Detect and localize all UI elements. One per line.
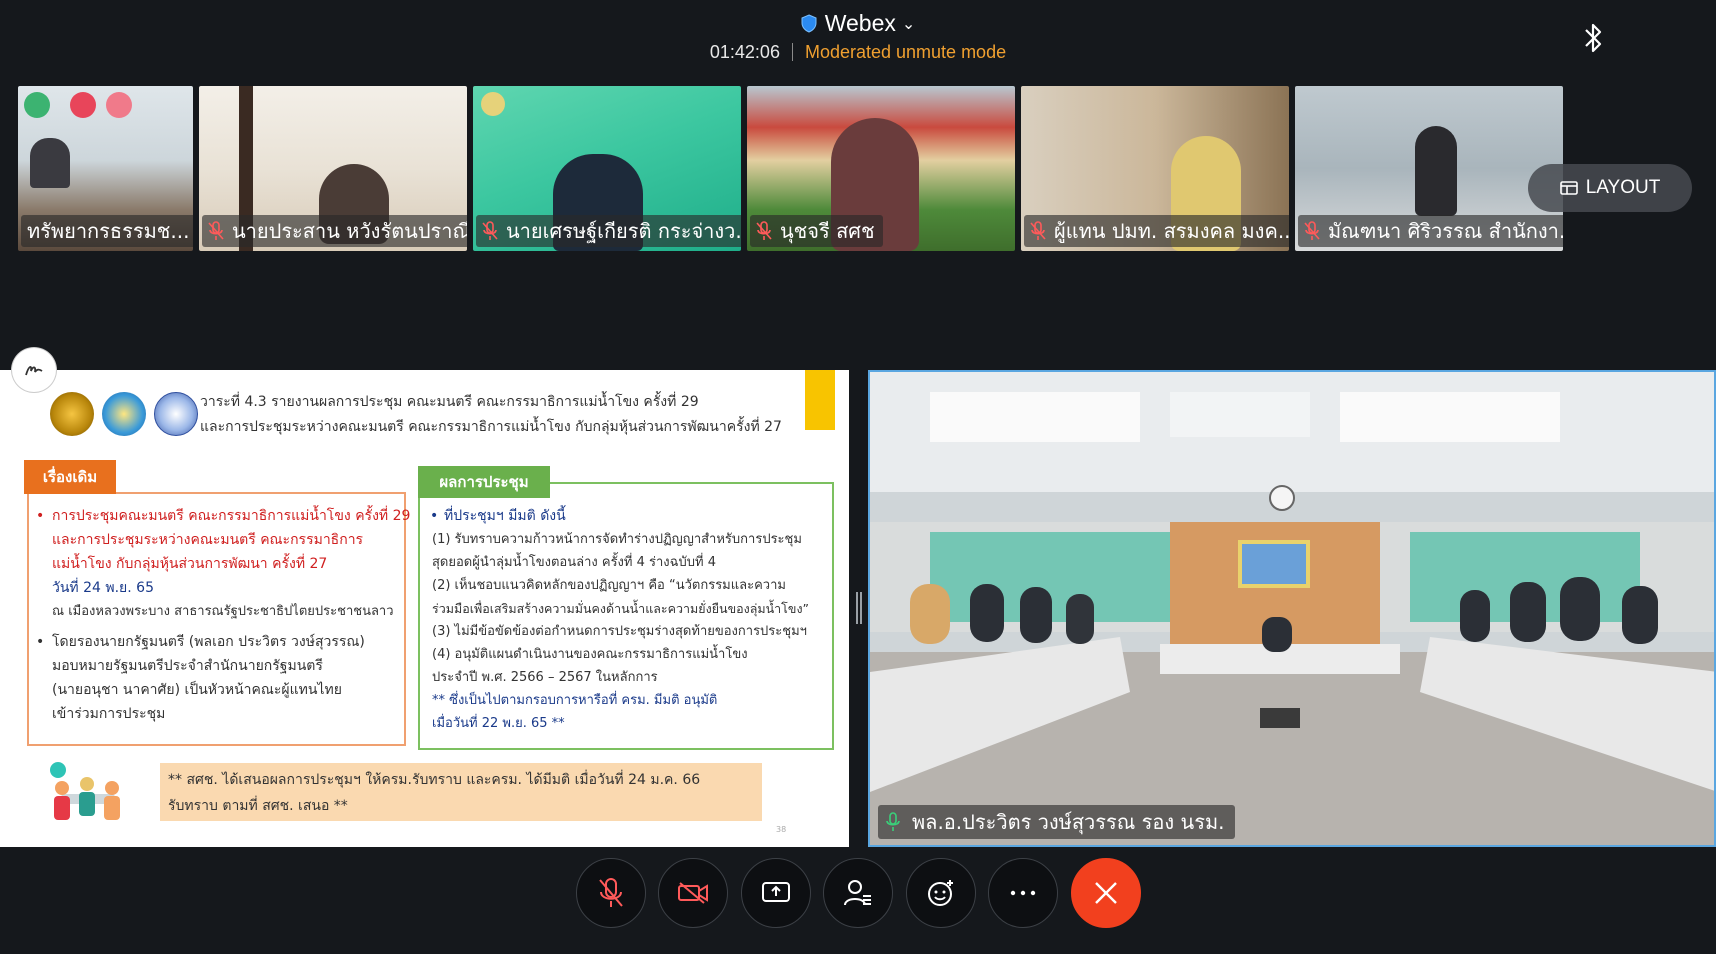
video-off-icon	[678, 882, 708, 904]
reactions-button[interactable]	[906, 858, 976, 928]
meeting-illustration	[50, 762, 120, 820]
share-button[interactable]	[741, 858, 811, 928]
app-title[interactable]: Webex ⌄	[0, 10, 1716, 37]
slide-heading: วาระที่ 4.3 รายงานผลการประชุม คณะมนตรี ค…	[200, 394, 782, 435]
layout-button[interactable]: LAYOUT	[1528, 164, 1692, 212]
participants-button[interactable]	[823, 858, 893, 928]
muted-mic-icon	[599, 878, 623, 907]
meeting-meta: 01:42:06 Moderated unmute mode	[0, 42, 1716, 63]
muted-mic-icon	[756, 221, 772, 240]
participant-name: นายเศรษฐ์เกียรติ กระจ่างว...	[476, 215, 741, 247]
participant-name: นุชจรี สศช	[750, 215, 883, 247]
ministry-logo	[481, 92, 505, 116]
participant-thumbnail[interactable]: นายประสาน หวังรัตนปราณี	[199, 86, 467, 251]
person-silhouette	[30, 138, 70, 188]
conference-room-scene	[870, 372, 1714, 845]
meeting-controls	[0, 856, 1716, 940]
participant-thumbnail[interactable]: มัณฑนา ศิริวรรณ สำนักงา...	[1295, 86, 1563, 251]
agency-logo	[102, 392, 146, 436]
meeting-timer: 01:42:06	[709, 42, 780, 62]
muted-mic-icon	[1304, 221, 1320, 240]
participant-name: ผู้แทน ปมท. สรมงคล มงค...	[1024, 215, 1289, 247]
mic-icon	[886, 812, 900, 831]
participant-thumbnail[interactable]: นุชจรี สศช	[747, 86, 1015, 251]
mute-button[interactable]	[576, 858, 646, 928]
layout-label: LAYOUT	[1585, 177, 1661, 198]
more-options-button[interactable]	[988, 858, 1058, 928]
participants-icon	[844, 880, 871, 906]
layout-icon	[1559, 181, 1578, 195]
share-icon	[762, 882, 790, 902]
speaker-name-label: พล.อ.ประวิตร วงษ์สุวรรณ รอง นรม.	[878, 805, 1235, 839]
slide-accent-bar	[805, 370, 835, 430]
background-tag: เรื่องเดิม	[24, 460, 116, 494]
stats-icon	[24, 92, 50, 118]
bluetooth-icon[interactable]	[1578, 20, 1608, 56]
chevron-down-icon: ⌄	[901, 16, 916, 33]
close-icon	[1095, 882, 1117, 904]
participant-name: มัณฑนา ศิริวรรณ สำนักงา...	[1298, 215, 1563, 247]
mute-indicator-icon	[70, 92, 96, 118]
emoji-icon	[928, 880, 953, 906]
unmute-mode-label: Moderated unmute mode	[804, 42, 1007, 62]
summary-note: ** สศช. ได้เสนอผลการประชุมฯ ให้ครม.รับทร…	[160, 763, 762, 821]
person-silhouette	[1415, 126, 1457, 216]
participant-name: นายประสาน หวังรัตนปราณี	[202, 215, 467, 247]
outcome-tag: ผลการประชุม	[418, 466, 550, 498]
pen-icon	[25, 366, 43, 376]
participant-name: ทรัพยากรธรรมช...	[21, 215, 193, 247]
muted-mic-icon	[1030, 221, 1046, 240]
annotate-button[interactable]	[12, 348, 56, 392]
slide-page-number: 38	[776, 825, 787, 834]
shield-icon	[801, 14, 817, 33]
participant-thumbnail[interactable]: นายเศรษฐ์เกียรติ กระจ่างว...	[473, 86, 741, 251]
muted-mic-icon	[482, 221, 498, 240]
more-icon	[1010, 890, 1036, 896]
meta-divider	[791, 43, 793, 61]
participant-thumbnail[interactable]: ผู้แทน ปมท. สรมงคล มงค...	[1021, 86, 1289, 251]
muted-mic-icon	[208, 221, 224, 240]
meeting-header: Webex ⌄ 01:42:06 Moderated unmute mode	[0, 0, 1716, 80]
split-resize-handle[interactable]	[856, 592, 862, 624]
mekong-logo	[154, 392, 198, 436]
stop-video-button[interactable]	[658, 858, 728, 928]
record-icon	[106, 92, 132, 118]
government-seal-logo	[50, 392, 94, 436]
end-call-button[interactable]	[1071, 858, 1141, 928]
shared-content[interactable]: วาระที่ 4.3 รายงานผลการประชุม คณะมนตรี ค…	[0, 370, 849, 847]
active-speaker-video[interactable]: พล.อ.ประวิตร วงษ์สุวรรณ รอง นรม.	[868, 370, 1716, 847]
participant-thumbnail[interactable]: ทรัพยากรธรรมช...	[18, 86, 193, 251]
app-name: Webex	[824, 10, 896, 36]
